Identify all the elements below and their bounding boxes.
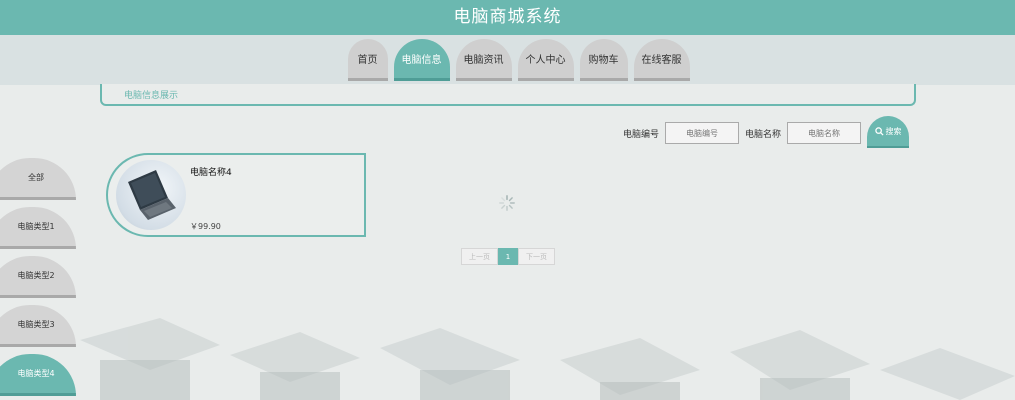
tab-cart[interactable]: 购物车 <box>579 39 628 81</box>
tab-computer-info[interactable]: 电脑信息 <box>393 39 450 81</box>
tab-online-service[interactable]: 在线客服 <box>633 39 690 81</box>
sidebar-item-label: 电脑类型2 <box>17 271 55 280</box>
loading-spinner-icon <box>499 195 515 211</box>
search-bar: 电脑编号 电脑名称 搜索 <box>622 116 909 148</box>
computer-name-input[interactable] <box>787 122 861 144</box>
product-price: ￥99.90 <box>190 222 221 231</box>
sidebar-item-type2[interactable]: 电脑类型2 <box>0 256 76 298</box>
sidebar-item-type1[interactable]: 电脑类型1 <box>0 207 76 249</box>
computer-id-input[interactable] <box>664 122 739 144</box>
search-icon <box>874 126 884 136</box>
pagination: 上一页 1 下一页 <box>461 248 555 265</box>
tab-home[interactable]: 首页 <box>347 39 388 81</box>
product-image[interactable] <box>116 160 186 230</box>
app-title: 电脑商城系统 <box>453 7 562 27</box>
search-button-label: 搜索 <box>885 126 902 136</box>
section-title: 电脑信息展示 <box>124 91 179 101</box>
tab-computer-news[interactable]: 电脑资讯 <box>455 39 512 81</box>
page-1-button[interactable]: 1 <box>498 248 518 265</box>
next-page-button[interactable]: 下一页 <box>518 248 555 265</box>
sidebar-item-label: 全部 <box>28 173 44 182</box>
computer-name-label: 电脑名称 <box>744 129 781 140</box>
computer-id-label: 电脑编号 <box>622 129 659 140</box>
main-nav: 首页 电脑信息 电脑资讯 个人中心 购物车 在线客服 <box>0 39 1015 81</box>
product-card[interactable]: 电脑名称4 ￥99.90 <box>106 153 366 237</box>
section-header: 电脑信息展示 <box>100 84 916 106</box>
prev-page-button[interactable]: 上一页 <box>461 248 498 265</box>
tab-personal-center[interactable]: 个人中心 <box>517 39 574 81</box>
laptop-icon <box>128 170 176 220</box>
sidebar-item-label: 电脑类型1 <box>17 222 55 231</box>
product-name[interactable]: 电脑名称4 <box>190 165 232 178</box>
sidebar-item-all[interactable]: 全部 <box>0 158 76 200</box>
search-button[interactable]: 搜索 <box>867 116 909 148</box>
app-header: 电脑商城系统 <box>0 0 1015 35</box>
background-rooftops-illustration <box>80 318 1015 400</box>
